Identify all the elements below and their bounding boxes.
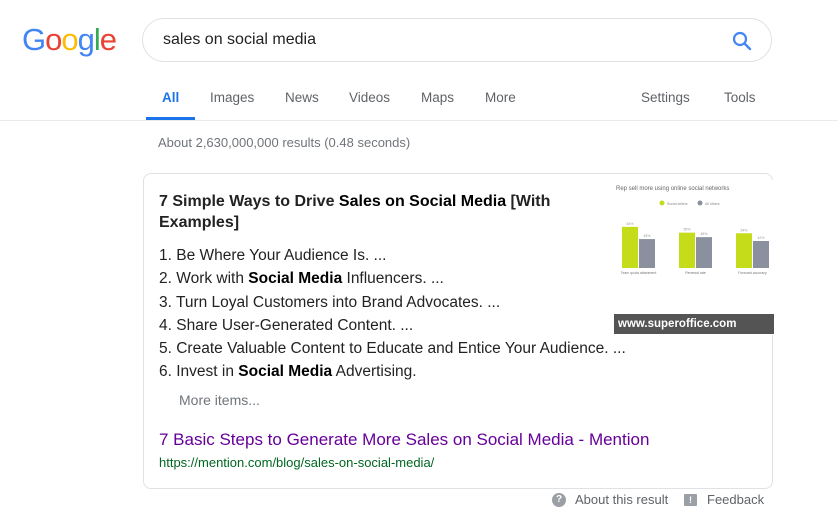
result-stats: About 2,630,000,000 results (0.48 second… — [158, 135, 411, 150]
legend-label: Social sellers — [667, 202, 688, 206]
featured-snippet: 7 Simple Ways to Drive Sales on Social M… — [143, 173, 774, 489]
list-item: 4. Share User-Generated Content. ... — [159, 314, 626, 337]
thumbnail-bars: 64% 45% Team quota attainment 55% 48% Renewal… — [621, 222, 769, 275]
list-item: 1. Be Where Your Audience Is. ... — [159, 244, 626, 267]
result-url: https://mention.com/blog/sales-on-social… — [159, 455, 435, 470]
tab-videos[interactable]: Videos — [349, 90, 390, 105]
thumbnail-bar — [753, 241, 769, 268]
thumbnail-category-label: Forecast accuracy — [738, 271, 767, 275]
snippet-title-highlight: Sales on Social Media — [338, 193, 507, 210]
thumbnail-bar-label: 54% — [740, 228, 747, 232]
list-item: 3. Turn Loyal Customers into Brand Advoc… — [159, 291, 626, 314]
list-number: 6. — [159, 363, 177, 381]
logo-letter: g — [77, 22, 95, 57]
google-logo[interactable]: Google — [22, 22, 117, 58]
tab-more[interactable]: More — [485, 90, 516, 105]
help-icon: ? — [552, 492, 566, 507]
thumbnail-bar — [622, 226, 638, 268]
search-tabs: All Images News Videos Maps More Setting… — [0, 84, 838, 120]
thumbnail-bar-label: 48% — [700, 232, 707, 236]
logo-letter: o — [45, 22, 62, 57]
thumbnail-bar-label: 45% — [643, 234, 650, 238]
list-text: Turn Loyal Customers into Brand Advocate… — [175, 293, 501, 311]
thumbnail-bar-label: 55% — [683, 228, 690, 232]
thumbnail-bar-label: 42% — [757, 236, 764, 240]
snippet-thumbnail[interactable]: Rep sell more using online social networ… — [614, 180, 774, 335]
tab-images[interactable]: Images — [210, 90, 254, 105]
feedback-label: Feedback — [707, 492, 765, 507]
list-number: 4. — [159, 316, 177, 334]
list-item: 5. Create Valuable Content to Educate an… — [159, 337, 626, 360]
list-item: 6. Invest in Social Media Advertising. — [159, 360, 626, 383]
feedback-icon: ! — [684, 493, 697, 506]
search-button[interactable] — [731, 30, 753, 52]
legend-swatch — [697, 200, 703, 206]
legend-swatch — [659, 200, 665, 206]
list-number: 1. — [159, 247, 177, 264]
list-text: Invest in — [176, 363, 239, 381]
search-input[interactable] — [163, 19, 723, 61]
list-number: 5. — [159, 340, 177, 358]
list-text: Influencers. ... — [342, 270, 444, 288]
about-label: About this result — [575, 492, 669, 507]
search-box — [142, 18, 772, 62]
thumbnail-bar-label: 64% — [626, 222, 633, 226]
thumbnail-bar — [679, 232, 695, 268]
list-highlight: Social Media — [248, 270, 343, 288]
tab-maps[interactable]: Maps — [421, 90, 454, 105]
list-text: Share User-Generated Content. ... — [176, 316, 414, 334]
list-text: Work with — [176, 270, 249, 288]
thumbnail-bar — [736, 233, 752, 268]
logo-letter: o — [61, 22, 78, 57]
feedback-button[interactable]: ! Feedback — [684, 492, 764, 507]
logo-letter: G — [22, 22, 46, 57]
list-number: 3. — [159, 293, 176, 311]
thumbnail-category-label: Renewal rate — [685, 271, 706, 275]
result-link[interactable]: 7 Basic Steps to Generate More Sales on … — [159, 430, 649, 450]
tabs-divider — [0, 120, 838, 121]
more-items-link[interactable]: More items... — [179, 392, 260, 408]
tab-news[interactable]: News — [285, 90, 319, 105]
thumbnail-category-label: Team quota attainment — [621, 271, 657, 275]
legend-label: All others — [705, 202, 720, 206]
search-icon — [732, 31, 752, 51]
tab-tools[interactable]: Tools — [724, 90, 756, 105]
thumbnail-bar — [639, 239, 655, 268]
thumbnail-legend: Social sellers All others — [659, 200, 720, 206]
thumbnail-chart-title: Rep sell more using online social networ… — [616, 186, 729, 192]
tab-all[interactable]: All — [162, 90, 179, 105]
snippet-title: 7 Simple Ways to Drive Sales on Social M… — [159, 191, 599, 233]
snippet-list: 1. Be Where Your Audience Is. ... 2. Wor… — [159, 244, 626, 384]
list-item: 2. Work with Social Media Influencers. .… — [159, 267, 626, 290]
thumbnail-bar — [696, 237, 712, 268]
snippet-title-part: 7 Simple Ways to Drive — [159, 193, 339, 210]
tab-settings[interactable]: Settings — [641, 90, 690, 105]
thumbnail-chart: Rep sell more using online social networ… — [616, 186, 769, 275]
logo-letter: e — [99, 22, 117, 57]
list-text: Be Where Your Audience Is. ... — [176, 247, 387, 264]
list-text: Advertising. — [332, 363, 417, 381]
list-highlight: Social Media — [238, 363, 333, 381]
list-text: Create Valuable Content to Educate and E… — [176, 340, 626, 358]
about-this-result[interactable]: ? About this result — [552, 492, 668, 507]
thumbnail-source: www.superoffice.com — [614, 314, 774, 334]
list-number: 2. — [159, 270, 177, 288]
